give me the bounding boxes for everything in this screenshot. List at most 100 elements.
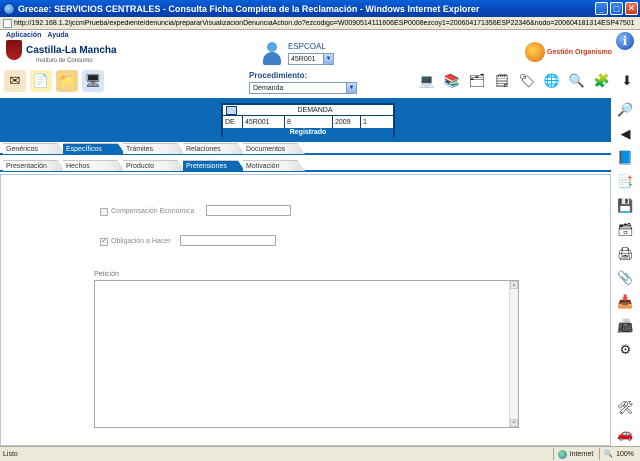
zoom-level: 100% (616, 450, 634, 458)
attach-icon[interactable]: 📎 (614, 268, 637, 288)
close-button[interactable]: ✕ (625, 2, 638, 15)
back-icon[interactable]: ◀ (614, 124, 637, 144)
download-icon[interactable]: ⬇ (616, 70, 638, 92)
print-icon[interactable]: 🖨 (614, 244, 637, 264)
tab-genericos[interactable]: Genéricos (3, 143, 65, 154)
tab-motivacion[interactable]: Motivación (243, 160, 305, 171)
tab-documentos[interactable]: Documentos (243, 143, 305, 154)
save-icon[interactable]: 💾 (614, 196, 637, 216)
magnifier-icon[interactable]: 🔎 (614, 100, 637, 120)
obligacion-label: Obligación a Hacer (111, 238, 171, 245)
status-text: Listo (3, 450, 18, 458)
demanda-field-anio: 2009 (333, 116, 361, 128)
archive-icon[interactable]: 🗂 (466, 70, 488, 92)
app-menu: Aplicación Ayuda (0, 30, 640, 40)
inbox-icon[interactable]: 📥 (614, 292, 637, 312)
page-icon (3, 18, 12, 28)
tab-pretensiones[interactable]: Pretensiones (183, 160, 245, 171)
printer-text-icon[interactable]: 📠 (614, 316, 637, 336)
laptop-icon[interactable]: 💻 (416, 70, 438, 92)
internet-zone-icon (557, 449, 567, 459)
procedimiento-select[interactable]: Demanda ▼ (249, 82, 357, 94)
zoom-icon: 🔍 (604, 451, 614, 458)
compensacion-input[interactable] (206, 205, 291, 216)
envelope-icon[interactable]: ✉ (4, 70, 26, 92)
info-icon[interactable]: i (616, 32, 634, 50)
demanda-field-tipo: DE (223, 116, 243, 128)
obligacion-checkbox[interactable] (100, 236, 108, 246)
notes-icon[interactable]: 🗒 (491, 70, 513, 92)
right-toolbar: 💻 📚 🗂 🗒 🏷 🌐 🔍 🧩 ⬇ 📕 (416, 70, 640, 92)
chevron-down-icon[interactable]: ▼ (346, 83, 356, 93)
app-header: Castilla-La Mancha Instituto de Consumo … (0, 32, 640, 98)
exit-icon[interactable]: 🚗 (614, 424, 637, 444)
tab-especificos[interactable]: Específicos (63, 143, 125, 154)
books-icon[interactable]: 📚 (441, 70, 463, 92)
peticion-scrollbar[interactable]: ▲ ▼ (509, 281, 518, 427)
folder-icon[interactable]: 📁 (56, 70, 78, 92)
minimize-button[interactable]: _ (595, 2, 608, 15)
procedimiento-value: Demanda (253, 84, 284, 92)
demanda-status: Registrado (223, 128, 393, 137)
zoom-control[interactable]: 🔍 100% (599, 448, 638, 460)
obligacion-input[interactable] (180, 235, 276, 246)
logo-name: Castilla-La Mancha (26, 44, 117, 56)
user-unit-select[interactable]: 45R001 ▼ (288, 53, 334, 65)
compensacion-checkbox[interactable] (100, 208, 108, 216)
security-zone[interactable]: Internet (552, 448, 598, 460)
crest-icon (6, 40, 22, 60)
settings-icon[interactable]: ⚙ (614, 340, 637, 360)
address-bar[interactable]: http://192.168.1.2/jccmPrueba/expediente… (0, 17, 640, 30)
stack-icon[interactable]: 🗃 (614, 220, 637, 240)
tab-tramites[interactable]: Trámites (123, 143, 185, 154)
tab-hechos[interactable]: Hechos (63, 160, 125, 171)
pretensiones-panel: Compensación Económica Obligación a Hace… (0, 174, 611, 446)
vertical-toolbar: 🔎 ◀ 📘 📑 💾 🗃 🖨 📎 📥 📠 ⚙ 🛠 🚗 (611, 98, 640, 446)
gestion-organismo-label: Gestión Organismo (547, 48, 612, 56)
document-icon (226, 105, 237, 115)
peticion-label: Petición (94, 271, 119, 278)
peticion-textarea[interactable]: ▲ ▼ (94, 280, 519, 428)
computer-icon[interactable]: 🖥 (82, 70, 104, 92)
window-title: Grecae: SERVICIOS CENTRALES - Consulta F… (18, 3, 480, 14)
castilla-la-mancha-logo: Castilla-La Mancha Instituto de Consumo (6, 40, 117, 64)
zone-label: Internet (569, 450, 594, 458)
tools-icon[interactable]: 🛠 (614, 398, 637, 418)
notebook-icon[interactable]: 📘 (614, 148, 637, 168)
window-title-bar: Grecae: SERVICIOS CENTRALES - Consulta F… (0, 0, 640, 17)
status-bar: Listo Internet 🔍 100% (0, 446, 640, 461)
left-toolbar: ✉ 📄 📁 🖥 (4, 70, 104, 92)
user-name: ESPCOAL (288, 42, 326, 51)
gestion-organismo-icon (525, 42, 545, 62)
tab-presentacion[interactable]: Presentación (3, 160, 65, 171)
menu-item-aplicacion[interactable]: Aplicación (6, 32, 41, 39)
chevron-down-icon[interactable]: ▼ (323, 54, 333, 64)
procedimiento-label: Procedimiento: (249, 71, 308, 80)
hierarchy-icon[interactable]: 🧩 (591, 70, 613, 92)
demanda-title: DEMANDA (297, 106, 333, 114)
document-new-icon[interactable]: 📄 (30, 70, 52, 92)
logo-subtitle: Instituto de Consumo (36, 58, 93, 64)
user-unit-value: 45R001 (291, 55, 316, 63)
demanda-field-version: 1 (363, 118, 367, 126)
search-icon[interactable]: 🔍 (566, 70, 588, 92)
scroll-up-icon[interactable]: ▲ (510, 281, 518, 289)
url-text[interactable]: http://192.168.1.2/jccmPrueba/expediente… (14, 20, 640, 27)
expediente-band: DEMANDA DE 45R001 8 2009 1 Registrado (0, 98, 611, 142)
copy-icon[interactable]: 📑 (614, 172, 637, 192)
globe-icon[interactable]: 🌐 (541, 70, 563, 92)
demanda-field-organismo: 45R001 (243, 116, 285, 128)
gestion-organismo-link[interactable]: Gestión Organismo (525, 42, 612, 62)
internet-explorer-icon (3, 2, 15, 15)
demanda-box: DEMANDA DE 45R001 8 2009 1 Registrado (221, 103, 395, 137)
tab-relaciones[interactable]: Relaciones (183, 143, 245, 154)
user-box: ESPCOAL 45R001 ▼ (262, 42, 334, 66)
menu-item-ayuda[interactable]: Ayuda (47, 32, 68, 39)
maximize-button[interactable]: □ (610, 2, 623, 15)
tag-icon[interactable]: 🏷 (516, 70, 538, 92)
scroll-down-icon[interactable]: ▼ (510, 419, 518, 427)
compensacion-label: Compensación Económica (111, 208, 195, 215)
user-icon (262, 42, 282, 66)
tab-producto[interactable]: Producto (123, 160, 185, 171)
tabs-row-main: Genéricos Específicos Trámites Relacione… (0, 143, 611, 155)
